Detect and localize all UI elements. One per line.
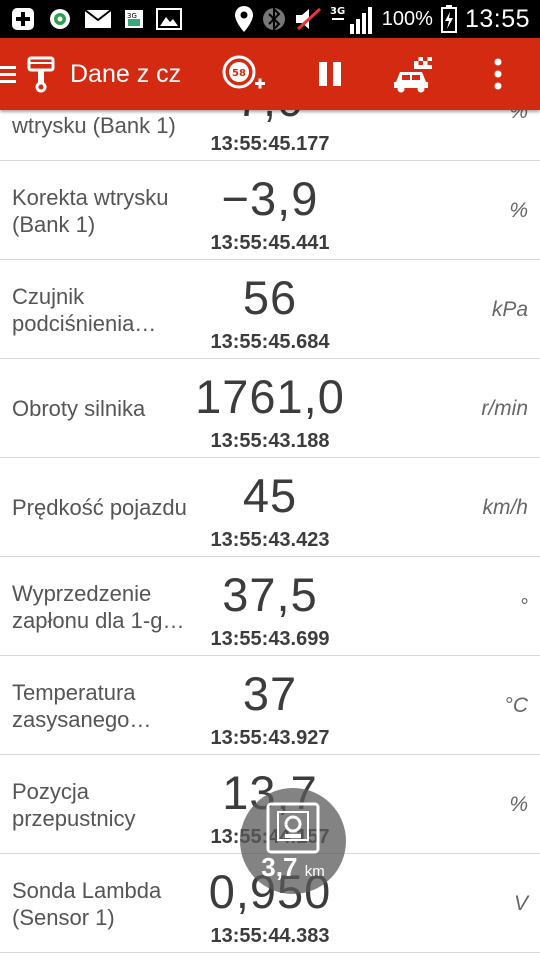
pause-icon[interactable] (306, 38, 354, 110)
sensor-timestamp: 13:55:43.927 (210, 727, 330, 749)
status-time: 13:55 (464, 4, 530, 33)
trip-distance-value: 3,7 (261, 852, 298, 882)
sensor-row[interactable]: Temperatura zasysanego… 37 13:55:43.927 … (0, 656, 540, 755)
race-car-icon[interactable] (390, 38, 438, 110)
sensor-timestamp: 13:55:44.383 (210, 925, 330, 947)
sensor-timestamp: 13:55:45.441 (210, 232, 330, 254)
sensor-row[interactable]: Obroty silnika 1761,0 13:55:43.188 r/min (0, 359, 540, 458)
sensor-row[interactable]: Czujnik podciśnienia… 56 13:55:45.684 kP… (0, 260, 540, 359)
more-vert-icon[interactable] (478, 38, 518, 110)
sensor-unit: % (509, 198, 528, 222)
battery-percent: 100% (381, 7, 433, 30)
sensor-timestamp: 13:55:45.684 (210, 331, 330, 353)
engine-piston-icon (26, 38, 56, 110)
sensor-unit: r/min (481, 396, 528, 420)
sensor-unit: ° (519, 594, 528, 618)
eye-icon (48, 7, 72, 31)
sensor-row[interactable]: Wyprzedzenie zapłonu dla 1-g… 37,5 13:55… (0, 557, 540, 656)
sensor-unit: kPa (491, 297, 528, 321)
sensor-unit: V (513, 891, 528, 915)
sensor-value: 37 (242, 667, 298, 720)
app-bar: Dane z cz 58 (0, 38, 540, 110)
trip-distance-unit: km (304, 863, 325, 880)
trip-fab-button[interactable]: 3,7 km (240, 788, 346, 894)
sensor-value: 45 (242, 469, 298, 522)
sim-3g-icon: 3G (124, 9, 144, 29)
sensor-unit: °C (504, 693, 528, 717)
plus-box-icon (10, 6, 36, 32)
sensor-value: 1761,0 (195, 370, 345, 423)
svg-text:3G: 3G (330, 6, 345, 17)
mute-icon (294, 7, 322, 31)
menu-icon[interactable] (0, 65, 18, 83)
sensor-unit: % (509, 792, 528, 816)
bluetooth-icon (262, 5, 286, 33)
sensor-row[interactable]: Korekta wtrysku (Bank 1) −3,9 13:55:45.4… (0, 161, 540, 260)
trip-distance: 3,7 km (240, 852, 346, 883)
signal-3g-icon: 3G (330, 4, 374, 34)
sensor-row[interactable]: Prędkość pojazdu 45 13:55:43.423 km/h (0, 458, 540, 557)
svg-text:3G: 3G (127, 12, 137, 20)
sensor-value: 37,5 (222, 568, 318, 621)
sensor-timestamp: 13:55:43.188 (210, 430, 330, 452)
battery-charging-icon (440, 5, 457, 33)
page-title: Dane z cz (70, 59, 182, 88)
add-speed-gauge-icon[interactable]: 58 (218, 38, 268, 110)
sensor-timestamp: 13:55:43.423 (210, 529, 330, 551)
sensor-value: 56 (242, 271, 298, 324)
location-pin-icon (234, 5, 254, 33)
mail-icon (84, 9, 112, 29)
sensor-timestamp: 13:55:43.699 (210, 628, 330, 650)
sensor-unit: km/h (482, 495, 528, 519)
status-bar: 3G 3G 100% 13:55 (0, 0, 540, 38)
sensor-value: −3,9 (221, 172, 319, 225)
image-icon (156, 8, 182, 30)
speed-badge-label: 58 (232, 68, 246, 79)
sensor-timestamp: 13:55:45.177 (210, 133, 330, 155)
